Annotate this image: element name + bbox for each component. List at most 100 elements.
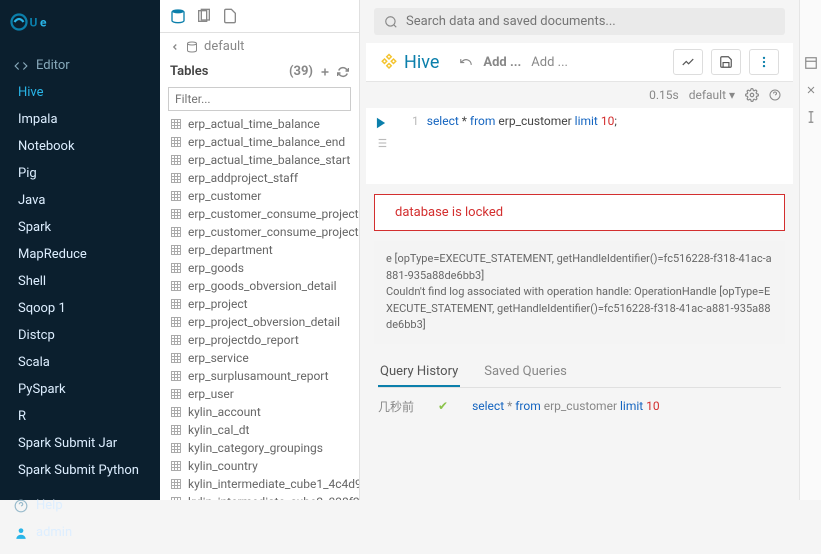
- elapsed-time: 0.15s: [649, 88, 679, 102]
- nav-item-pig[interactable]: Pig: [0, 160, 160, 187]
- history-sql-preview: select * from erp_customer limit 10: [472, 399, 660, 414]
- editor-panel: Hive Add ... Add ... 0.15s default ▾ 1 s…: [360, 0, 799, 500]
- right-side-icons: [799, 0, 821, 500]
- table-item[interactable]: erp_user: [160, 385, 359, 403]
- nav-item-r[interactable]: R: [0, 403, 160, 430]
- docs-icon[interactable]: [222, 8, 238, 24]
- table-item[interactable]: erp_customer_consume_projects_serviceinf…: [160, 223, 359, 241]
- table-item[interactable]: kylin_intermediate_cube1_4c4d9032_7199_4…: [160, 475, 359, 493]
- nav-item-spark[interactable]: Spark: [0, 214, 160, 241]
- check-icon: ✔: [438, 399, 448, 413]
- svg-text:U: U: [30, 16, 38, 30]
- nav-item-shell[interactable]: Shell: [0, 268, 160, 295]
- nav-item-mapreduce[interactable]: MapReduce: [0, 241, 160, 268]
- table-item[interactable]: erp_addproject_staff: [160, 169, 359, 187]
- layout-icon[interactable]: [804, 56, 818, 70]
- undo-icon[interactable]: [459, 55, 473, 69]
- code-icon: [14, 59, 28, 73]
- nav-item-distcp[interactable]: Distcp: [0, 322, 160, 349]
- admin-user-link[interactable]: admin: [0, 519, 160, 546]
- editor-section-header[interactable]: Editor: [0, 52, 160, 79]
- table-item[interactable]: erp_customer_consume_projects: [160, 205, 359, 223]
- list-icon[interactable]: [374, 136, 388, 150]
- table-item[interactable]: erp_surplusamount_report: [160, 367, 359, 385]
- logo[interactable]: U e: [0, 0, 160, 44]
- add-button[interactable]: Add ...: [531, 55, 568, 70]
- left-nav: U e Editor HiveImpalaNotebookPigJavaSpar…: [0, 0, 160, 500]
- nav-item-spark-submit-jar[interactable]: Spark Submit Jar: [0, 430, 160, 457]
- refresh-icon[interactable]: [337, 66, 349, 78]
- close-icon[interactable]: [805, 84, 817, 96]
- history-row[interactable]: 几秒前 ✔ select * from erp_customer limit 1…: [360, 388, 799, 425]
- nav-item-scala[interactable]: Scala: [0, 349, 160, 376]
- editor-section-label: Editor: [36, 58, 70, 73]
- table-item[interactable]: erp_service: [160, 349, 359, 367]
- database-icon[interactable]: [170, 8, 186, 24]
- tab-saved-queries[interactable]: Saved Queries: [482, 358, 569, 387]
- table-item[interactable]: kylin_intermediate_cube2_038f2566_92a7_4…: [160, 493, 359, 500]
- help-circle-icon[interactable]: [769, 89, 781, 101]
- table-item[interactable]: erp_goods_obversion_detail: [160, 277, 359, 295]
- more-vertical-icon: [757, 55, 771, 69]
- table-item[interactable]: erp_project_obversion_detail: [160, 313, 359, 331]
- chart-button[interactable]: [673, 49, 703, 75]
- table-item[interactable]: kylin_country: [160, 457, 359, 475]
- table-item[interactable]: erp_goods: [160, 259, 359, 277]
- table-item[interactable]: kylin_category_groupings: [160, 439, 359, 457]
- nav-item-spark-submit-python[interactable]: Spark Submit Python: [0, 457, 160, 484]
- table-item[interactable]: erp_projectdo_report: [160, 331, 359, 349]
- tab-query-history[interactable]: Query History: [378, 358, 460, 387]
- table-item[interactable]: erp_project: [160, 295, 359, 313]
- nav-item-java[interactable]: Java: [0, 187, 160, 214]
- nav-item-hive[interactable]: Hive: [0, 79, 160, 106]
- result-tabs: Query History Saved Queries: [378, 358, 781, 388]
- nav-item-notebook[interactable]: Notebook: [0, 133, 160, 160]
- help-label: Help: [36, 498, 63, 513]
- table-item[interactable]: erp_customer: [160, 187, 359, 205]
- files-icon[interactable]: [196, 8, 212, 24]
- assist-panel: default Tables (39) erp_actual_time_bala…: [160, 0, 360, 500]
- gear-icon[interactable]: [745, 88, 759, 102]
- table-item[interactable]: erp_actual_time_balance: [160, 115, 359, 133]
- sql-editor[interactable]: 1 select * from erp_customer limit 10;: [402, 108, 787, 184]
- current-database: default: [204, 39, 244, 54]
- svg-text:e: e: [40, 16, 47, 30]
- more-button[interactable]: [749, 49, 779, 75]
- add-menu-button[interactable]: Add ...: [483, 55, 521, 70]
- global-search-input[interactable]: [406, 14, 775, 29]
- line-number: 1: [412, 114, 419, 128]
- help-link[interactable]: Help: [0, 492, 160, 519]
- user-icon: [14, 526, 28, 540]
- save-button[interactable]: [711, 49, 741, 75]
- plus-icon[interactable]: [319, 66, 331, 78]
- table-item[interactable]: kylin_cal_dt: [160, 421, 359, 439]
- table-filter-input[interactable]: [168, 87, 351, 111]
- table-item[interactable]: kylin_account: [160, 403, 359, 421]
- chevron-left-icon: [170, 42, 180, 52]
- sql-text: select * from erp_customer limit 10;: [427, 114, 617, 128]
- editor-header: Hive Add ... Add ...: [366, 43, 793, 82]
- global-search[interactable]: [374, 8, 785, 35]
- help-icon: [14, 499, 28, 513]
- table-item[interactable]: erp_actual_time_balance_end: [160, 133, 359, 151]
- search-icon: [384, 15, 398, 29]
- tables-label: Tables: [170, 64, 208, 79]
- tables-count: (39): [289, 64, 313, 79]
- assist-toolbar: [160, 0, 359, 33]
- timing-database[interactable]: default ▾: [689, 88, 735, 102]
- tables-header: Tables (39): [160, 60, 359, 83]
- database-selector[interactable]: default: [160, 33, 359, 60]
- function-icon[interactable]: [804, 110, 818, 124]
- play-icon[interactable]: [374, 116, 388, 130]
- log-output: e [opType=EXECUTE_STATEMENT, getHandleId…: [374, 241, 785, 344]
- chart-icon: [681, 55, 695, 69]
- table-list[interactable]: erp_actual_time_balanceerp_actual_time_b…: [160, 115, 359, 500]
- database-small-icon: [186, 41, 198, 53]
- nav-item-impala[interactable]: Impala: [0, 106, 160, 133]
- table-item[interactable]: erp_department: [160, 241, 359, 259]
- query-timing: 0.15s default ▾: [360, 82, 799, 108]
- table-item[interactable]: erp_actual_time_balance_start: [160, 151, 359, 169]
- error-message: database is locked: [374, 194, 785, 231]
- nav-item-pyspark[interactable]: PySpark: [0, 376, 160, 403]
- nav-item-sqoop-1[interactable]: Sqoop 1: [0, 295, 160, 322]
